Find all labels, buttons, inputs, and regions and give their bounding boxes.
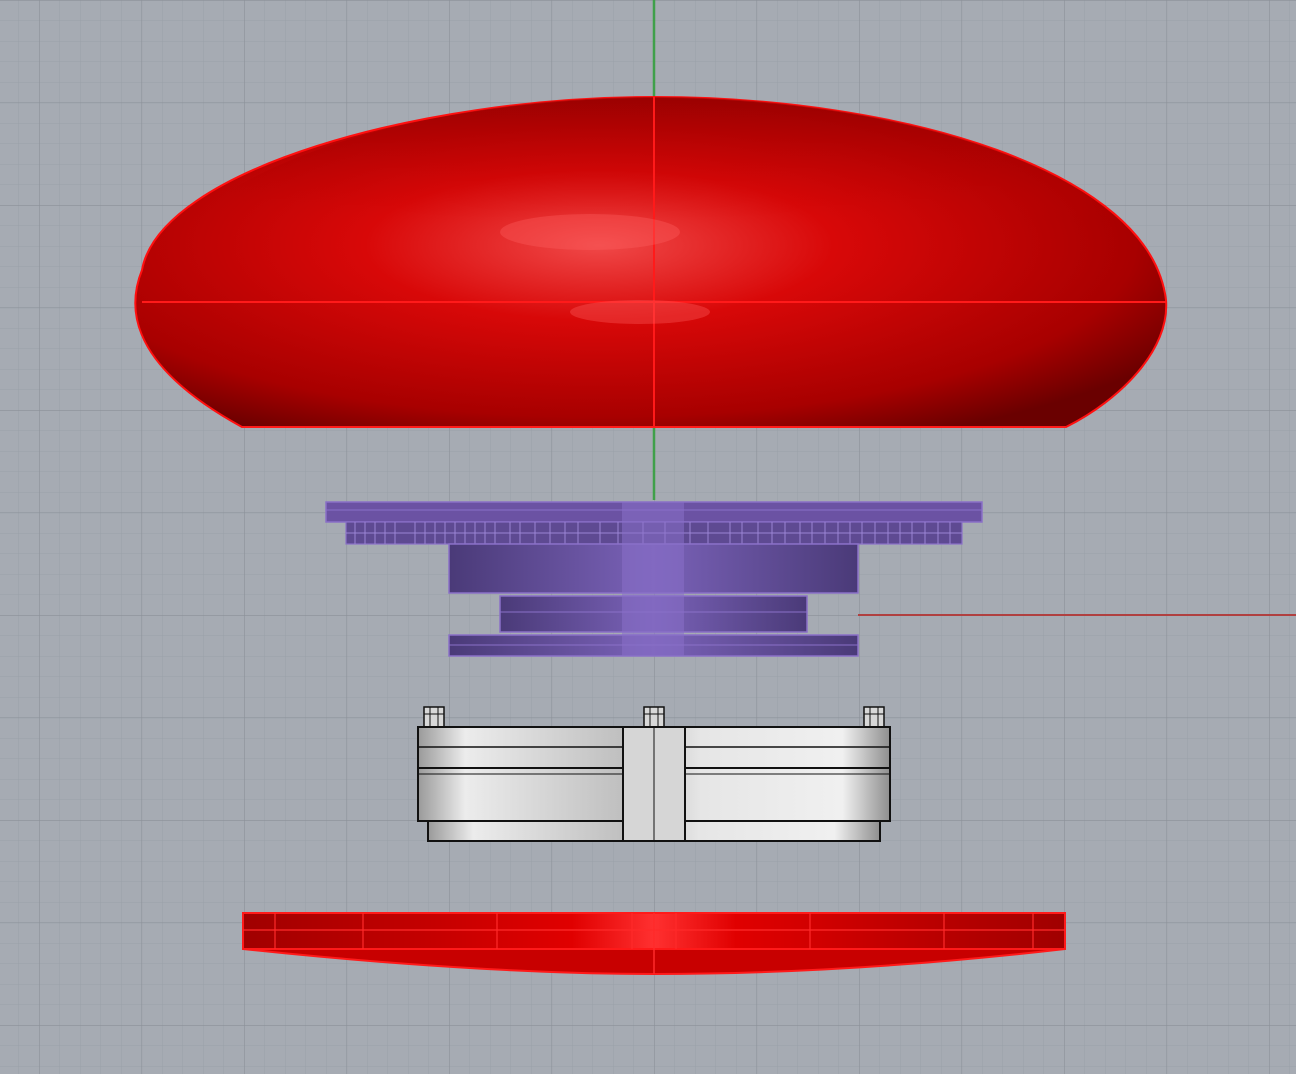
modeling-viewport[interactable] — [0, 0, 1296, 1074]
switch-housing[interactable] — [417, 706, 891, 842]
